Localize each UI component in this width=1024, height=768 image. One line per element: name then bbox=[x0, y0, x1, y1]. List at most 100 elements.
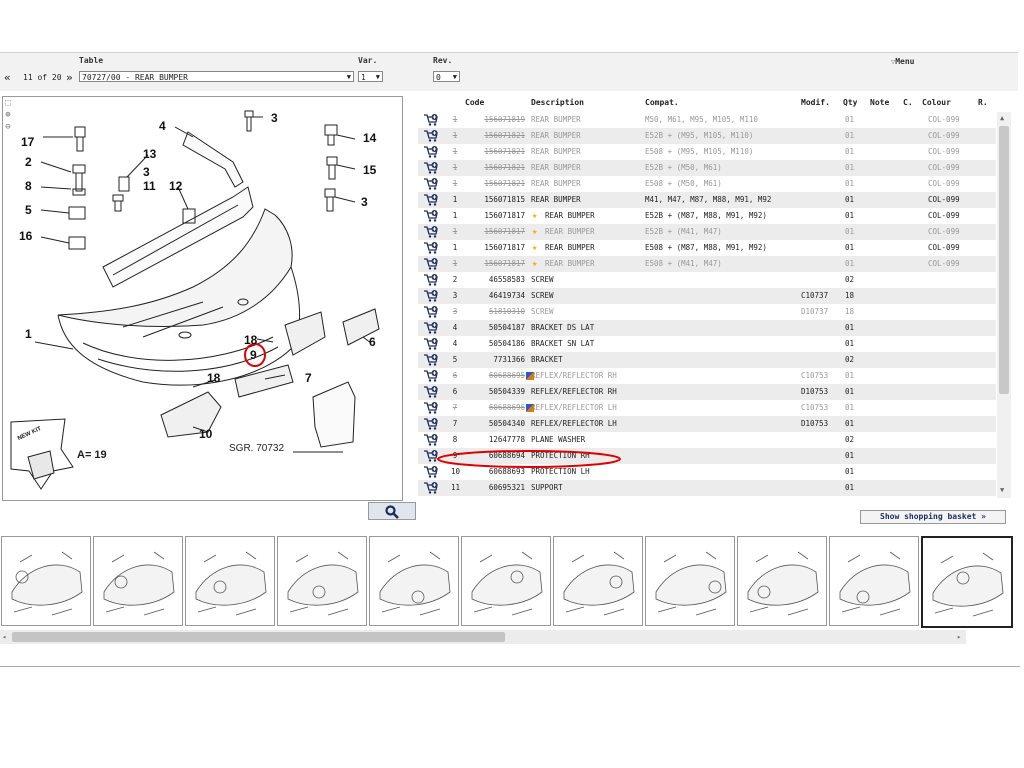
diagram-thumbnail[interactable] bbox=[369, 536, 459, 626]
table-select-value: 70727/00 - REAR BUMPER bbox=[82, 73, 188, 82]
diagram-thumbnail[interactable] bbox=[553, 536, 643, 626]
add-to-cart-icon[interactable] bbox=[424, 274, 438, 286]
add-to-cart-icon[interactable] bbox=[424, 482, 438, 494]
col-code[interactable]: Code bbox=[465, 98, 484, 107]
table-row[interactable]: 1 156071815 REAR BUMPER M41, M47, M87, M88,… bbox=[418, 192, 996, 208]
scroll-down-icon[interactable]: ▼ bbox=[1000, 486, 1004, 494]
diagram-thumbnail[interactable] bbox=[277, 536, 367, 626]
table-row[interactable]: 8 12647778 PLANE WASHER 02 bbox=[418, 432, 996, 448]
add-to-cart-icon[interactable] bbox=[424, 114, 438, 126]
scroll-right-icon[interactable]: ▸ bbox=[957, 633, 961, 641]
exploded-diagram[interactable]: 1 2 3 3 3 4 5 6 7 8 9 10 11 12 13 14 15 … bbox=[2, 96, 403, 501]
diagram-thumbnail[interactable] bbox=[921, 536, 1013, 628]
table-row[interactable]: 4 50504186 BRACKET SN LAT 01 bbox=[418, 336, 996, 352]
cell-colour: COL-099 bbox=[928, 131, 960, 140]
star-icon: ★ bbox=[532, 227, 538, 237]
col-modif[interactable]: Modif. bbox=[801, 98, 830, 107]
table-row[interactable]: 7 50504340 REFLEX/REFLECTOR LH D10753 01 bbox=[418, 416, 996, 432]
table-row[interactable]: 2 46558583 SCREW 02 bbox=[418, 272, 996, 288]
table-row[interactable]: 1 156071817 REAR BUMPER E52B + (M41, M47) 01… bbox=[418, 224, 996, 240]
table-row[interactable]: 7 60688696 REFLEX/REFLECTOR LH C10753 01 bbox=[418, 400, 996, 416]
show-basket-button[interactable]: Show shopping basket » bbox=[860, 510, 1006, 524]
add-to-cart-icon[interactable] bbox=[424, 434, 438, 446]
table-select[interactable]: 70727/00 - REAR BUMPER ▼ bbox=[79, 71, 354, 82]
add-to-cart-icon[interactable] bbox=[424, 370, 438, 382]
scroll-left-icon[interactable]: ◂ bbox=[2, 633, 6, 641]
zoom-out-icon[interactable]: ⊖ bbox=[2, 122, 14, 134]
search-button[interactable] bbox=[368, 502, 416, 520]
table-row[interactable]: 6 50504339 REFLEX/REFLECTOR RH D10753 01 bbox=[418, 384, 996, 400]
add-to-cart-icon[interactable] bbox=[424, 386, 438, 398]
add-to-cart-icon[interactable] bbox=[424, 290, 438, 302]
diagram-thumbnail[interactable] bbox=[461, 536, 551, 626]
add-to-cart-icon[interactable] bbox=[424, 418, 438, 430]
cell-compat: M50, M61, M95, M105, M110 bbox=[645, 115, 758, 124]
diagram-thumbnail[interactable] bbox=[829, 536, 919, 626]
add-to-cart-icon[interactable] bbox=[424, 178, 438, 190]
thumbnail-sketch bbox=[287, 551, 359, 616]
menu-button[interactable]: ▽Menu bbox=[891, 57, 914, 66]
table-row[interactable]: 3 46419734 SCREW C10737 18 bbox=[418, 288, 996, 304]
add-to-cart-icon[interactable] bbox=[424, 146, 438, 158]
thumbnail-strip bbox=[0, 536, 1013, 628]
rev-label: Rev. bbox=[433, 56, 453, 65]
thumbnail-sketch bbox=[839, 551, 911, 616]
add-to-cart-icon[interactable] bbox=[424, 242, 438, 254]
add-to-cart-icon[interactable] bbox=[424, 210, 438, 222]
add-to-cart-icon[interactable] bbox=[424, 322, 438, 334]
table-scrollbar-thumb[interactable] bbox=[999, 126, 1009, 394]
table-row[interactable]: 11 60695321 SUPPORT 01 bbox=[418, 480, 996, 496]
footer-divider bbox=[0, 666, 1020, 667]
col-compat[interactable]: Compat. bbox=[645, 98, 679, 107]
diagram-thumbnail[interactable] bbox=[645, 536, 735, 626]
add-to-cart-icon[interactable] bbox=[424, 226, 438, 238]
col-note[interactable]: Note bbox=[870, 98, 889, 107]
table-row[interactable]: 1 156071821 REAR BUMPER E52B + (M95, M105, … bbox=[418, 128, 996, 144]
table-row[interactable]: 5 7731366 BRACKET 02 bbox=[418, 352, 996, 368]
cell-n: 1 bbox=[452, 243, 458, 252]
cell-n: 3 bbox=[452, 307, 458, 316]
add-to-cart-icon[interactable] bbox=[424, 466, 438, 478]
table-row[interactable]: 1 156071819 REAR BUMPER M50, M61, M95, M105… bbox=[418, 112, 996, 128]
prev-table-button[interactable]: « bbox=[4, 71, 11, 84]
cell-qty: 01 bbox=[845, 323, 855, 332]
zoom-in-icon[interactable]: ⊕ bbox=[2, 110, 14, 122]
scroll-up-icon[interactable]: ▲ bbox=[1000, 114, 1004, 122]
col-r[interactable]: R. bbox=[978, 98, 988, 107]
thumbnail-scrollbar-thumb[interactable] bbox=[12, 632, 505, 642]
cell-n: 7 bbox=[452, 419, 458, 428]
col-c[interactable]: C. bbox=[903, 98, 913, 107]
col-qty[interactable]: Qty bbox=[843, 98, 857, 107]
add-to-cart-icon[interactable] bbox=[424, 162, 438, 174]
col-colour[interactable]: Colour bbox=[922, 98, 951, 107]
add-to-cart-icon[interactable] bbox=[424, 258, 438, 270]
add-to-cart-icon[interactable] bbox=[424, 338, 438, 350]
thumbnail-sketch bbox=[195, 551, 267, 616]
table-row[interactable]: 1 156071817 REAR BUMPER E508 + (M87, M88, M… bbox=[418, 240, 996, 256]
add-to-cart-icon[interactable] bbox=[424, 306, 438, 318]
col-description[interactable]: Description bbox=[531, 98, 584, 107]
diagram-thumbnail[interactable] bbox=[737, 536, 827, 626]
cell-n: 2 bbox=[452, 275, 458, 284]
fit-icon[interactable]: ⬚ bbox=[2, 98, 14, 110]
next-table-button[interactable]: » bbox=[66, 71, 73, 84]
add-to-cart-icon[interactable] bbox=[424, 402, 438, 414]
diagram-thumbnail[interactable] bbox=[185, 536, 275, 626]
table-row[interactable]: 4 50504187 BRACKET DS LAT 01 bbox=[418, 320, 996, 336]
add-to-cart-icon[interactable] bbox=[424, 130, 438, 142]
table-row[interactable]: 1 156071817 REAR BUMPER E52B + (M87, M88, M… bbox=[418, 208, 996, 224]
add-to-cart-icon[interactable] bbox=[424, 354, 438, 366]
table-row[interactable]: 1 156071821 REAR BUMPER E52B + (M50, M61) 01… bbox=[418, 160, 996, 176]
add-to-cart-icon[interactable] bbox=[424, 450, 438, 462]
table-row[interactable]: 1 156071817 REAR BUMPER E508 + (M41, M47) 01… bbox=[418, 256, 996, 272]
diagram-thumbnail[interactable] bbox=[93, 536, 183, 626]
add-to-cart-icon[interactable] bbox=[424, 194, 438, 206]
rev-select[interactable]: 0 ▼ bbox=[433, 71, 460, 82]
cell-n: 5 bbox=[452, 355, 458, 364]
table-row[interactable]: 3 51810310 SCREW D10737 18 bbox=[418, 304, 996, 320]
var-select[interactable]: 1 ▼ bbox=[358, 71, 383, 82]
table-row[interactable]: 1 156071821 REAR BUMPER E508 + (M50, M61) 01… bbox=[418, 176, 996, 192]
table-row[interactable]: 6 60688695 REFLEX/REFLECTOR RH C10753 01 bbox=[418, 368, 996, 384]
diagram-thumbnail[interactable] bbox=[1, 536, 91, 626]
table-row[interactable]: 1 156071821 REAR BUMPER E508 + (M95, M105, … bbox=[418, 144, 996, 160]
